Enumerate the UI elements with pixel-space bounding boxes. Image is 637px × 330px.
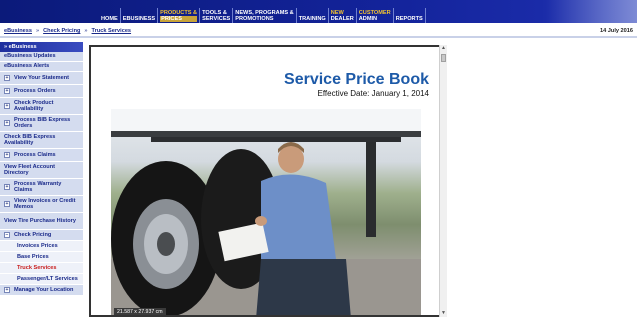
sidebar-item-label: Check BIB Express Availability (4, 133, 56, 147)
plus-box-icon[interactable]: + (4, 287, 10, 293)
nav-news-programs[interactable]: NEWS, PROGRAMS & PROMOTIONS (233, 8, 297, 23)
nav-tools-label-bottom: SERVICES (202, 16, 231, 22)
sidebar-item-check-pricing[interactable]: − Check Pricing (0, 230, 83, 241)
sidebar-item-truck-services[interactable]: Truck Services (0, 263, 83, 274)
nav-home[interactable]: HOME (99, 8, 121, 23)
nav-reports[interactable]: REPORTS (394, 8, 426, 23)
sidebar-item-label: Process Warranty Claims (14, 180, 62, 194)
sidebar-item-process-warranty-claims[interactable]: + Process Warranty Claims (0, 179, 83, 196)
sidebar-item-process-claims[interactable]: + Process Claims (0, 149, 83, 162)
scroll-thumb[interactable] (441, 54, 446, 62)
minus-box-icon[interactable]: − (4, 232, 10, 238)
sidebar-item-label: eBusiness Updates (4, 53, 56, 60)
sidebar-item-label: Process Claims (14, 151, 56, 158)
sidebar-item-label: Process Orders (14, 87, 56, 94)
plus-box-icon[interactable]: + (4, 201, 10, 207)
breadcrumb-truck-services[interactable]: Truck Services (92, 28, 132, 34)
nav-tools-services[interactable]: TOOLS & SERVICES (200, 8, 234, 23)
nav-reports-label: REPORTS (395, 16, 423, 22)
current-date: 14 July 2016 (600, 28, 633, 34)
nav-products-label-bottom: PRICES (160, 16, 198, 22)
plus-box-icon[interactable]: + (4, 152, 10, 158)
main-nav: HOME EBUSINESS PRODUCTS & PRICES TOOLS &… (99, 8, 426, 23)
sidebar-item-check-product-availability[interactable]: + Check Product Availability (0, 98, 83, 115)
scroll-down-icon[interactable]: ▼ (440, 310, 447, 317)
nav-ebusiness-label: EBUSINESS (122, 16, 156, 22)
sidebar-item-label: View Tire Purchase History (4, 217, 76, 224)
nav-customer-label-bottom: ADMIN (358, 16, 378, 22)
sidebar-item-label: Passenger/LT Services (17, 275, 78, 282)
nav-new-dealer-label-bottom: DEALER (330, 16, 354, 22)
top-nav-bar: HOME EBUSINESS PRODUCTS & PRICES TOOLS &… (0, 0, 637, 23)
cover-photo-illustration (111, 109, 421, 315)
sidebar-item-label: Process BIB Express Orders (14, 116, 71, 130)
breadcrumb-separator: » (84, 28, 88, 34)
nav-bar-fade (547, 0, 637, 23)
plus-box-icon[interactable]: + (4, 120, 10, 126)
sidebar-item-ebusiness-updates[interactable]: eBusiness Updates (0, 52, 83, 62)
sidebar-item-label: Check Pricing (14, 231, 52, 238)
sidebar-item-view-fleet-account-directory[interactable]: View Fleet Account Directory (0, 162, 83, 179)
sidebar-item-invoices-prices[interactable]: Invoices Prices (0, 241, 83, 252)
sidebar-item-label: Check Product Availability (14, 99, 54, 113)
nav-training[interactable]: TRAINING (297, 8, 329, 23)
viewer-scrollbar[interactable]: ▲ ▼ (439, 45, 447, 317)
page: HOME EBUSINESS PRODUCTS & PRICES TOOLS &… (0, 0, 637, 330)
breadcrumb-separator: » (35, 28, 40, 34)
sidebar-header[interactable]: » eBusiness (0, 42, 83, 52)
sidebar-list: eBusiness Updates eBusiness Alerts + View Y… (0, 52, 83, 296)
sidebar-item-label: View Invoices or Credit Memos (14, 197, 76, 211)
sidebar-item-view-invoices-or-credit-memos[interactable]: + View Invoices or Credit Memos (0, 196, 83, 213)
plus-box-icon[interactable]: + (4, 103, 10, 109)
sidebar-item-label: eBusiness Alerts (4, 63, 50, 70)
plus-box-icon[interactable]: + (4, 184, 10, 190)
sidebar-item-label: Truck Services (17, 264, 57, 271)
cover-photo: 21.587 x 27.937 cm (111, 109, 421, 315)
breadcrumb: eBusiness » Check Pricing » Truck Servic… (4, 28, 131, 34)
sidebar-item-process-orders[interactable]: + Process Orders (0, 85, 83, 98)
document-subtitle: Effective Date: January 1, 2014 (317, 89, 429, 98)
breadcrumb-check-pricing[interactable]: Check Pricing (43, 28, 80, 34)
sidebar-item-passenger-lt-services[interactable]: Passenger/LT Services (0, 274, 83, 285)
plus-box-icon[interactable]: + (4, 75, 10, 81)
sidebar-item-label: Manage Your Location (14, 286, 74, 293)
nav-products-prices[interactable]: PRODUCTS & PRICES (158, 8, 201, 23)
sidebar-item-ebusiness-alerts[interactable]: eBusiness Alerts (0, 62, 83, 72)
sidebar-item-label: View Your Statement (14, 74, 70, 81)
nav-ebusiness[interactable]: EBUSINESS (121, 8, 159, 23)
document-title: Service Price Book (284, 71, 429, 88)
plus-box-icon[interactable]: + (4, 88, 10, 94)
nav-customer-admin[interactable]: CUSTOMER ADMIN (357, 8, 394, 23)
nav-training-label: TRAINING (298, 16, 326, 22)
sidebar-item-base-prices[interactable]: Base Prices (0, 252, 83, 263)
sidebar: » eBusiness eBusiness Updates eBusiness A… (0, 42, 83, 330)
breadcrumb-ebusiness[interactable]: eBusiness (4, 28, 32, 34)
sidebar-item-label: Base Prices (17, 253, 49, 260)
sidebar-item-label: Invoices Prices (17, 242, 58, 249)
sidebar-item-view-tire-purchase-history[interactable]: View Tire Purchase History (0, 213, 83, 230)
sidebar-item-manage-your-location[interactable]: + Manage Your Location (0, 285, 83, 296)
scroll-up-icon[interactable]: ▲ (440, 45, 447, 52)
nav-home-label: HOME (101, 16, 118, 22)
pdf-viewer[interactable]: Service Price Book Effective Date: Janua… (89, 45, 439, 317)
page-size-tag: 21.587 x 27.937 cm (114, 308, 166, 315)
sidebar-item-view-your-statement[interactable]: + View Your Statement (0, 72, 83, 85)
sidebar-item-check-bib-express-availability[interactable]: Check BIB Express Availability (0, 132, 83, 149)
nav-new-dealer[interactable]: NEW DEALER (329, 8, 357, 23)
nav-news-label-bottom: PROMOTIONS (235, 16, 274, 22)
sidebar-item-process-bib-express-orders[interactable]: + Process BIB Express Orders (0, 115, 83, 132)
header-divider (0, 36, 637, 38)
sidebar-item-label: View Fleet Account Directory (4, 163, 55, 177)
